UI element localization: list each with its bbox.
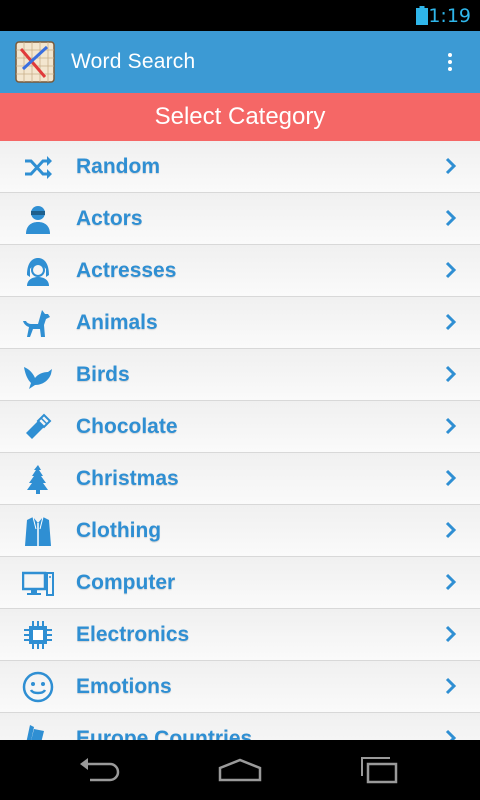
action-bar: Word Search [0,31,480,93]
category-label: Computer [76,571,176,594]
chevron-right-icon [445,365,457,383]
category-label: Actresses [76,259,177,282]
category-item-electronics[interactable]: Electronics [0,609,480,661]
battery-icon [416,6,428,25]
chevron-right-icon [445,261,457,279]
category-label: Europe Countries [76,727,253,740]
category-item-birds[interactable]: Birds [0,349,480,401]
category-item-random[interactable]: Random [0,141,480,193]
category-item-emotions[interactable]: Emotions [0,661,480,713]
category-label: Clothing [76,519,162,542]
category-item-computer[interactable]: Computer [0,557,480,609]
chevron-right-icon [445,521,457,539]
smiley-icon [22,671,54,703]
chocolate-icon [26,413,52,439]
category-label: Animals [76,311,158,334]
category-list[interactable]: Random Actors Actresses Animals Birds Ch… [0,141,480,740]
dog-icon [23,310,50,337]
category-item-animals[interactable]: Animals [0,297,480,349]
status-bar: 1:19 [0,0,480,31]
overflow-dot-icon [448,60,452,64]
chevron-right-icon [445,625,457,643]
chip-icon [24,621,52,649]
recent-apps-icon[interactable] [356,754,404,786]
chevron-right-icon [445,209,457,227]
category-item-chocolate[interactable]: Chocolate [0,401,480,453]
overflow-dot-icon [448,53,452,57]
overflow-menu-button[interactable] [440,49,460,75]
jacket-icon [25,516,51,546]
actor-icon [26,206,50,234]
bird-icon [24,367,52,389]
chevron-right-icon [445,729,457,740]
shuffle-icon [25,156,52,179]
status-time: 1:19 [428,5,471,27]
computer-icon [22,571,54,596]
home-icon[interactable] [216,754,264,786]
category-item-actors[interactable]: Actors [0,193,480,245]
category-label: Birds [76,363,130,386]
chevron-right-icon [445,573,457,591]
chevron-right-icon [445,677,457,695]
chevron-right-icon [445,417,457,435]
category-label: Emotions [76,675,172,698]
category-item-europe-countries[interactable]: Europe Countries [0,713,480,740]
category-item-christmas[interactable]: Christmas [0,453,480,505]
chevron-right-icon [445,157,457,175]
category-label: Christmas [76,467,179,490]
app-logo-icon [15,41,55,83]
category-label: Actors [76,207,143,230]
category-item-actresses[interactable]: Actresses [0,245,480,297]
select-category-header: Select Category [0,93,480,141]
category-label: Random [76,155,160,178]
chevron-right-icon [445,469,457,487]
chevron-right-icon [445,313,457,331]
category-item-clothing[interactable]: Clothing [0,505,480,557]
christmas-tree-icon [27,465,48,494]
actress-icon [27,258,49,286]
overflow-dot-icon [448,67,452,71]
flag-icon [26,725,44,740]
navigation-bar [0,740,480,800]
category-label: Electronics [76,623,190,646]
category-label: Chocolate [76,415,178,438]
app-title: Word Search [71,50,196,73]
back-icon[interactable] [76,754,124,786]
